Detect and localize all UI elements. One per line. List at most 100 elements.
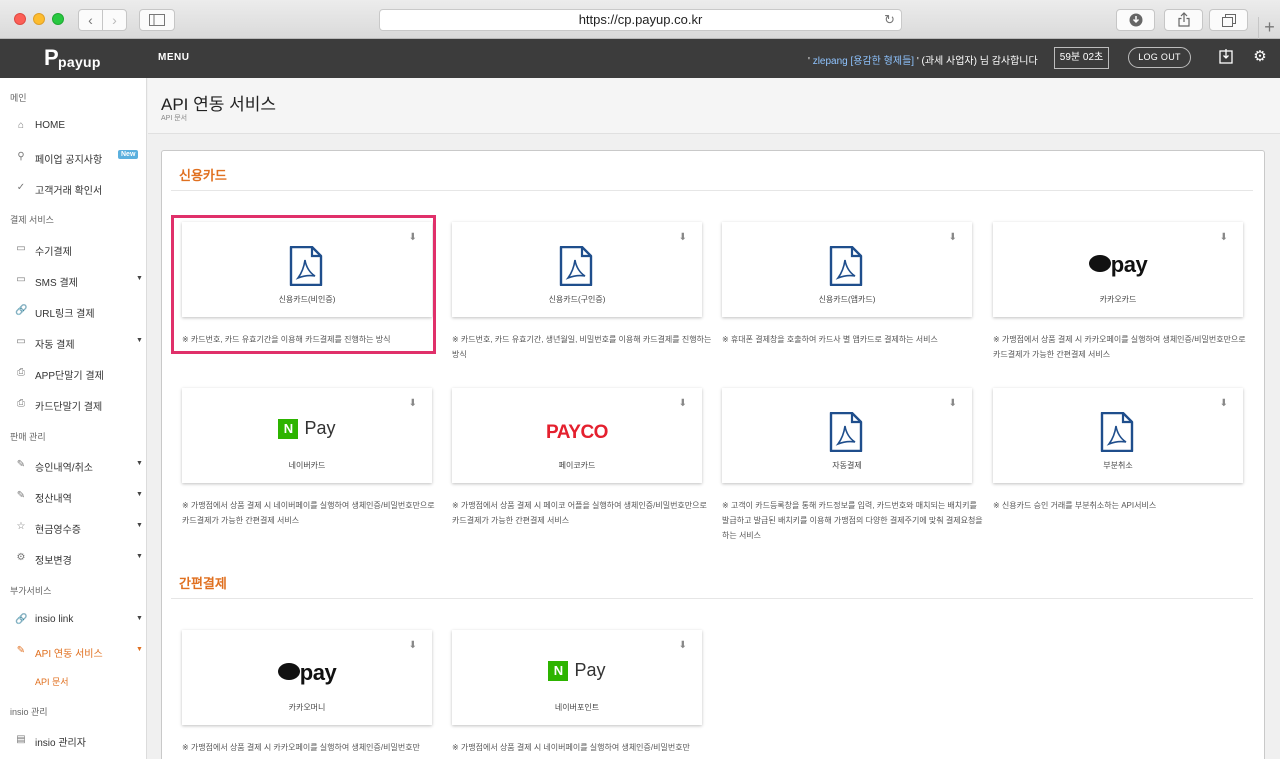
- sidebar-item-home[interactable]: ⌂ HOME: [0, 116, 147, 138]
- tab-overview-button[interactable]: [1209, 9, 1248, 31]
- gear-icon: ⚙: [16, 552, 26, 563]
- sidebar-item-info-change[interactable]: ⚙ 정보변경 ▼: [0, 548, 147, 570]
- api-card-naver-card[interactable]: ⬇ N Pay 네이버카드: [182, 388, 432, 483]
- payco-logo-text: PAYCO: [546, 422, 608, 443]
- naver-n-icon: N: [278, 418, 299, 439]
- forward-button[interactable]: ›: [102, 9, 127, 31]
- export-icon[interactable]: [1217, 48, 1235, 66]
- address-bar[interactable]: https://cp.payup.co.kr ↻: [379, 9, 902, 31]
- api-card-credit-oldauth[interactable]: ⬇ 신용카드(구인증): [452, 222, 702, 317]
- kakaopay-logo: pay: [182, 660, 432, 686]
- card-description: ※ 가맹점에서 상품 결제 시 페이코 어플을 실행하여 생체인증/비밀번호만으…: [452, 501, 707, 525]
- card-name: 자동결제: [832, 461, 862, 470]
- api-card-naver-point[interactable]: ⬇ N Pay 네이버포인트: [452, 630, 702, 725]
- url-text: https://cp.payup.co.kr: [578, 12, 703, 27]
- app-header: P payup MENU ' zlepang [용감한 형제들] ' (과세 사…: [0, 39, 1280, 78]
- reload-icon[interactable]: ↻: [884, 10, 895, 30]
- logout-button[interactable]: LOG OUT: [1128, 47, 1191, 68]
- card-name: 부분취소: [1103, 461, 1133, 470]
- username-link[interactable]: zlepang [용감한 형제들]: [810, 56, 917, 67]
- download-icon[interactable]: ⬇: [409, 398, 417, 409]
- printer-icon: ⎙: [17, 367, 25, 378]
- download-icon[interactable]: ⬇: [1220, 232, 1228, 243]
- tabs-icon: [1221, 14, 1236, 27]
- section-divider: [171, 190, 1253, 191]
- sidebar-item-insio-link[interactable]: 🔗 insio link ▼: [0, 610, 147, 632]
- star-icon: ☆: [16, 521, 26, 532]
- check-circle-icon: ✓: [16, 182, 26, 193]
- sidebar-section-sales: 판매 관리: [10, 432, 46, 442]
- back-button[interactable]: ‹: [78, 9, 103, 31]
- card-description: ※ 가맹점에서 상품 결제 시 네이버페이를 실행하여 생체인증/비밀번호만으로…: [182, 501, 435, 525]
- api-card-credit-appcard[interactable]: ⬇ 신용카드(앱카드): [722, 222, 972, 317]
- sidebar-item-app-terminal[interactable]: ⎙ APP단말기 결제: [0, 363, 147, 385]
- caret-down-icon: ▼: [136, 337, 143, 344]
- sidebar-item-label: 페이업 공지사항: [35, 155, 103, 166]
- sidebar: 메인 ⌂ HOME ⚲ 페이업 공지사항 New ✓ 고객거래 확인서 결제 서…: [0, 78, 147, 759]
- sidebar-icon: [149, 14, 165, 26]
- kakao-bubble-icon: [277, 662, 300, 680]
- sidebar-item-card-terminal[interactable]: ⎙ 카드단말기 결제: [0, 394, 147, 416]
- sidebar-item-notice[interactable]: ⚲ 페이업 공지사항 New: [0, 147, 147, 169]
- download-icon[interactable]: ⬇: [409, 640, 417, 651]
- breadcrumb: API 문서: [161, 115, 188, 122]
- share-icon: [1177, 12, 1190, 27]
- gift-icon: ▤: [16, 734, 26, 745]
- share-button[interactable]: [1164, 9, 1203, 31]
- card-icon: ▭: [16, 274, 26, 285]
- api-card-auto-payment[interactable]: ⬇ 자동결제: [722, 388, 972, 483]
- sidebar-item-cash-receipt[interactable]: ☆ 현금영수증 ▼: [0, 517, 147, 539]
- chevron-left-icon: ‹: [88, 12, 93, 28]
- printer-icon: ⎙: [17, 398, 25, 409]
- sidebar-item-label: 카드단말기 결제: [35, 402, 103, 413]
- payco-logo: PAYCO: [452, 422, 702, 444]
- greeting-text: ' zlepang [용감한 형제들] ' (과세 사업자) 님 감사합니다: [808, 52, 1038, 67]
- caret-down-icon: ▼: [136, 522, 143, 529]
- close-window-button[interactable]: [14, 13, 26, 25]
- pdf-icon: [829, 246, 863, 286]
- card-description: ※ 고객이 카드등록창을 통해 카드정보를 입력, 카드번호와 매치되는 배치키…: [722, 501, 983, 540]
- api-card-payco-card[interactable]: ⬇ PAYCO 페이코카드: [452, 388, 702, 483]
- sidebar-item-api-service[interactable]: ✎ API 연동 서비스 ▼: [0, 641, 147, 663]
- sidebar-item-label: 수기결제: [35, 247, 72, 258]
- pdf-icon: [829, 412, 863, 452]
- api-card-kakao-card[interactable]: ⬇ pay 카카오카드: [993, 222, 1243, 317]
- edit-icon: ✎: [16, 459, 26, 470]
- browser-chrome: ‹ › https://cp.payup.co.kr ↻ +: [0, 0, 1280, 39]
- zoom-window-button[interactable]: [52, 13, 64, 25]
- card-description: ※ 가맹점에서 상품 결제 시 네이버페이를 실행하여 생체인증/비밀번호만: [452, 743, 690, 752]
- settings-gear-icon[interactable]: ⚙: [1251, 48, 1269, 66]
- minimize-window-button[interactable]: [33, 13, 45, 25]
- sidebar-item-auto-payment[interactable]: ▭ 자동 결제 ▼: [0, 332, 147, 354]
- download-icon[interactable]: ⬇: [949, 232, 957, 243]
- sidebar-item-insio-admin[interactable]: ▤ insio 관리자: [0, 730, 147, 752]
- download-icon[interactable]: ⬇: [679, 640, 687, 651]
- sidebar-section-extra: 부가서비스: [10, 586, 52, 596]
- sidebar-item-label: 현금영수증: [35, 525, 81, 536]
- sidebar-toggle-button[interactable]: [139, 9, 175, 31]
- download-icon[interactable]: ⬇: [679, 232, 687, 243]
- sidebar-item-sms-payment[interactable]: ▭ SMS 결제 ▼: [0, 270, 147, 292]
- card-name: 카카오머니: [288, 703, 326, 712]
- sidebar-item-label: insio 관리자: [35, 738, 86, 749]
- download-icon[interactable]: ⬇: [679, 398, 687, 409]
- sidebar-item-customer-confirm[interactable]: ✓ 고객거래 확인서: [0, 178, 147, 200]
- sidebar-item-manual-payment[interactable]: ▭ 수기결제: [0, 239, 147, 261]
- selection-highlight: [171, 215, 436, 354]
- sidebar-subitem-api-docs[interactable]: API 문서: [35, 675, 69, 688]
- api-card-partial-cancel[interactable]: ⬇ 부분취소: [993, 388, 1243, 483]
- menu-button[interactable]: MENU: [158, 52, 189, 63]
- api-card-kakao-money[interactable]: ⬇ pay 카카오머니: [182, 630, 432, 725]
- card-description: ※ 카드번호, 카드 유효기간, 생년월일, 비밀번호를 이용해 카드결제를 진…: [452, 335, 712, 359]
- download-icon[interactable]: ⬇: [949, 398, 957, 409]
- sidebar-item-label: 고객거래 확인서: [35, 186, 103, 197]
- sidebar-item-settlement[interactable]: ✎ 정산내역 ▼: [0, 486, 147, 508]
- downloads-button[interactable]: [1116, 9, 1155, 31]
- sidebar-item-approvals[interactable]: ✎ 승인내역/취소 ▼: [0, 455, 147, 477]
- sidebar-item-label: HOME: [35, 120, 65, 131]
- pdf-icon: [559, 246, 593, 286]
- download-icon[interactable]: ⬇: [1220, 398, 1228, 409]
- sidebar-item-url-payment[interactable]: 🔗 URL링크 결제: [0, 301, 147, 323]
- sidebar-section-main: 메인: [10, 93, 27, 103]
- new-tab-button[interactable]: +: [1258, 17, 1280, 39]
